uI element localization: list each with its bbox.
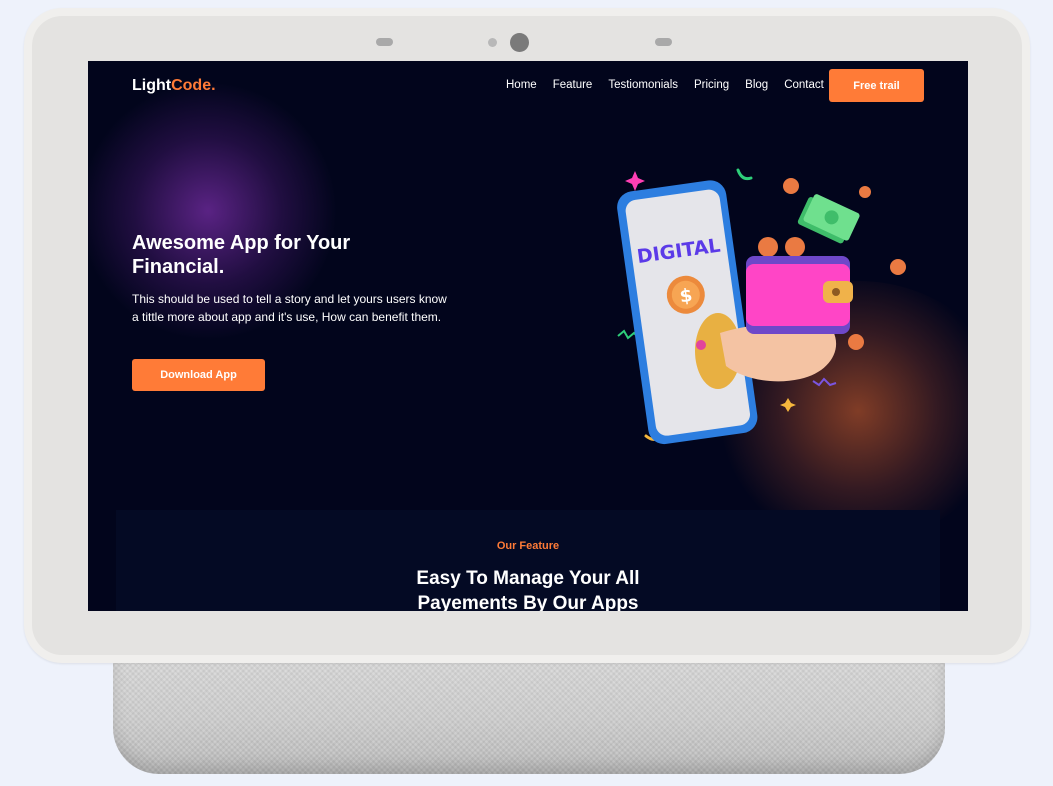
sparkle-icon <box>780 398 796 412</box>
camera-icon <box>510 33 529 52</box>
hero-title: Awesome App for Your Financial. <box>132 232 351 278</box>
coin-icon <box>783 178 799 194</box>
feature-title: Easy To Manage Your All Payements By Our… <box>416 568 640 611</box>
nav-item-testimonials[interactable]: Testiomonials <box>608 79 678 91</box>
coin-icon <box>848 334 864 350</box>
cash-icon <box>797 194 860 244</box>
navbar: LightCode. Home Feature Testiomonials Pr… <box>88 61 968 111</box>
device-screen: LightCode. Home Feature Testiomonials Pr… <box>88 61 968 611</box>
wallet-button <box>832 288 840 296</box>
phone-button-dot <box>696 340 706 350</box>
brand-logo[interactable]: LightCode. <box>132 77 216 95</box>
nav-item-pricing[interactable]: Pricing <box>694 79 729 91</box>
hero-description: This should be used to tell a story and … <box>132 292 447 324</box>
sparkle-icon <box>625 171 645 191</box>
phone-icon: DIGITAL $ <box>617 180 758 445</box>
coin-icon <box>859 186 871 198</box>
nav-menu: Home Feature Testiomonials Pricing Blog … <box>506 79 824 91</box>
download-app-button[interactable]: Download App <box>132 359 265 391</box>
nav-item-contact[interactable]: Contact <box>784 79 824 91</box>
left-sensor <box>376 38 393 46</box>
finance-app-illustration: DIGITAL $ <box>617 168 906 445</box>
nav-item-blog[interactable]: Blog <box>745 79 768 91</box>
brand-name-main: Light <box>132 77 172 94</box>
coin-icon <box>758 237 778 257</box>
coin-icon <box>890 259 906 275</box>
confetti-icon <box>736 168 753 181</box>
confetti-icon <box>812 377 837 387</box>
right-sensor <box>655 38 672 46</box>
nav-item-home[interactable]: Home <box>506 79 537 91</box>
nav-item-feature[interactable]: Feature <box>553 79 593 91</box>
brand-name-accent: Code. <box>171 77 216 94</box>
coin-icon <box>785 237 805 257</box>
light-sensor <box>488 38 497 47</box>
free-trial-button[interactable]: Free trail <box>829 69 924 102</box>
feature-eyebrow: Our Feature <box>496 540 560 552</box>
